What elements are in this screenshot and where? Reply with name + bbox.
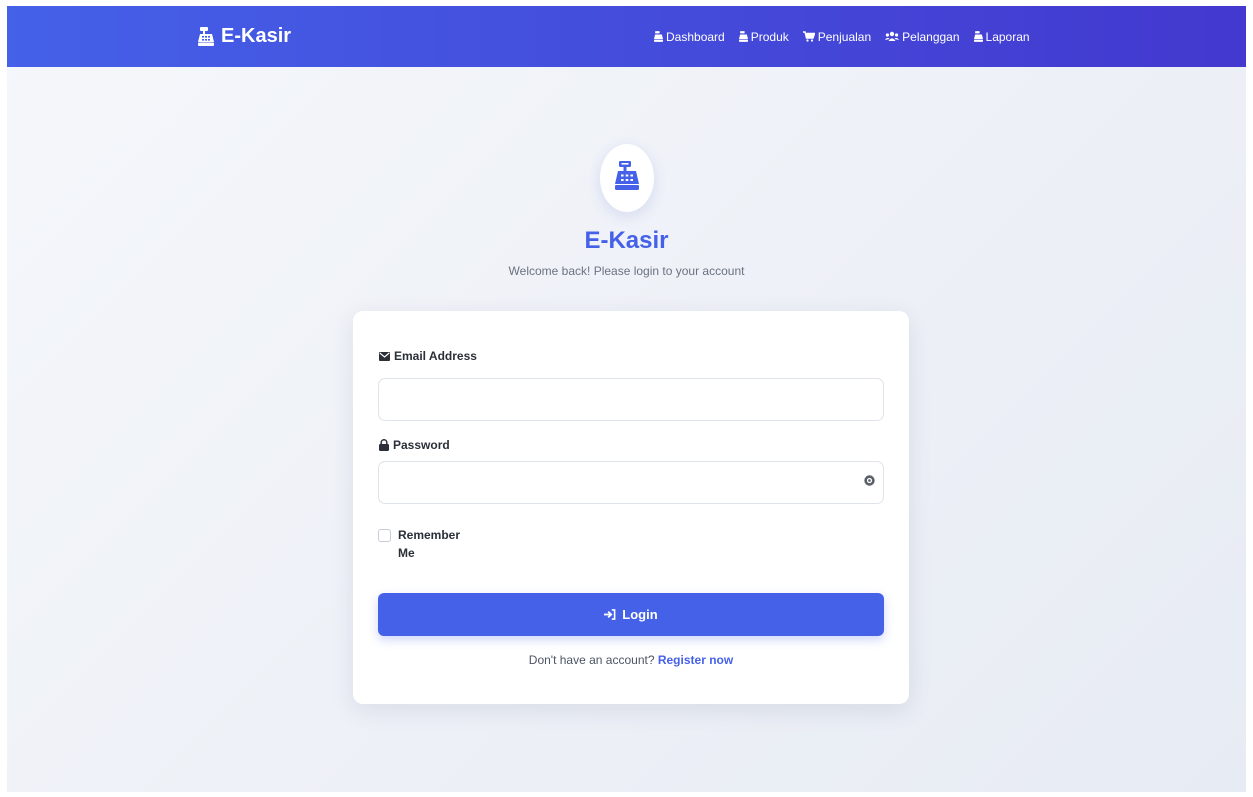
register-link[interactable]: Register now	[658, 653, 733, 667]
email-label: Email Address	[379, 349, 477, 363]
nav-item-label: Produk	[750, 29, 789, 44]
lock-icon	[379, 439, 389, 451]
app-frame: E-Kasir Dashboard Produk Penjualan Pelan…	[7, 6, 1246, 792]
email-input[interactable]	[378, 378, 884, 421]
nav-item-laporan[interactable]: Laporan	[973, 29, 1030, 44]
password-toggle-button[interactable]	[862, 475, 876, 489]
nav-item-pelanggan[interactable]: Pelanggan	[885, 29, 960, 44]
cash-register-icon	[614, 161, 639, 195]
brand-link[interactable]: E-Kasir	[198, 6, 291, 67]
cart-icon	[802, 31, 815, 42]
cash-register-icon	[198, 27, 214, 46]
page-title: E-Kasir	[584, 227, 669, 254]
login-header: E-Kasir Welcome back! Please login to yo…	[7, 144, 1246, 279]
nav-item-dashboard[interactable]: Dashboard	[654, 30, 725, 44]
register-prompt: Don't have an account? Register now	[353, 653, 909, 667]
eye-icon	[863, 473, 875, 491]
remember-me-label[interactable]: Remember Me	[398, 526, 460, 562]
nav-item-label: Dashboard	[666, 29, 725, 44]
sign-in-icon	[604, 609, 616, 620]
remember-me-checkbox[interactable]	[378, 529, 391, 542]
cash-register-icon	[654, 31, 663, 42]
nav-links: Dashboard Produk Penjualan Pelanggan Lap…	[654, 6, 1030, 67]
password-label: Password	[379, 438, 450, 452]
nav-item-penjualan[interactable]: Penjualan	[802, 29, 872, 44]
cash-register-icon	[973, 31, 983, 42]
nav-item-produk[interactable]: Produk	[738, 29, 789, 44]
login-card: Email Address Password Remember Me Login	[353, 311, 909, 704]
login-button[interactable]: Login	[378, 593, 884, 636]
nav-item-label: Penjualan	[817, 29, 872, 44]
logo-badge	[599, 144, 654, 212]
envelope-icon	[379, 351, 390, 361]
password-label-text: Password	[393, 438, 450, 452]
password-input[interactable]	[378, 461, 884, 504]
navbar: E-Kasir Dashboard Produk Penjualan Pelan…	[7, 6, 1246, 67]
nav-item-label: Pelanggan	[902, 29, 960, 44]
nav-item-label: Laporan	[985, 29, 1030, 44]
email-label-text: Email Address	[394, 349, 477, 363]
page-subtitle: Welcome back! Please login to your accou…	[508, 264, 745, 278]
brand-name: E-Kasir	[221, 25, 292, 47]
login-button-label: Login	[622, 607, 658, 622]
register-prompt-text: Don't have an account?	[528, 653, 655, 667]
remember-me: Remember Me	[378, 526, 460, 562]
cash-register-icon	[738, 31, 748, 42]
users-icon	[885, 31, 900, 42]
